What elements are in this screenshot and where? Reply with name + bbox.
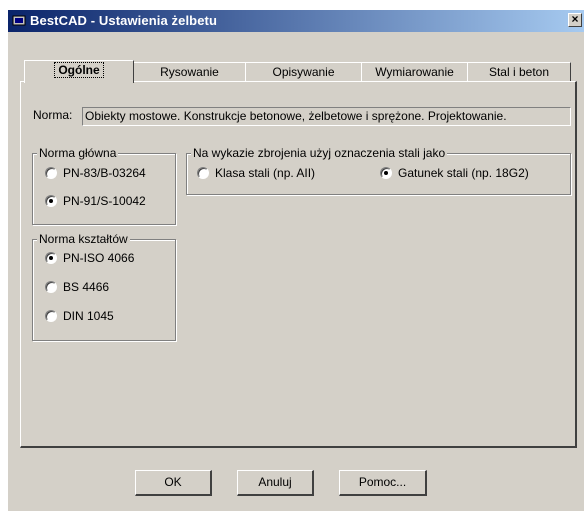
radio-label: Gatunek stali (np. 18G2) — [398, 166, 529, 180]
app-icon — [12, 15, 26, 26]
tab-opisywanie[interactable]: Opisywanie — [245, 62, 362, 82]
tab-label: Stal i beton — [488, 65, 550, 79]
radio-pn-91[interactable]: PN-91/S-10042 — [45, 194, 146, 208]
tab-stal-i-beton[interactable]: Stal i beton — [467, 62, 571, 82]
radio-circle-icon — [197, 167, 209, 179]
radio-label: PN-91/S-10042 — [63, 194, 146, 208]
radio-label: PN-83/B-03264 — [63, 166, 146, 180]
help-button[interactable]: Pomoc... — [339, 470, 427, 496]
radio-pn-83[interactable]: PN-83/B-03264 — [45, 166, 146, 180]
title-bar[interactable]: BestCAD - Ustawienia żelbetu × — [8, 10, 584, 32]
radio-bs-4466[interactable]: BS 4466 — [45, 280, 109, 294]
norma-field: Obiekty mostowe. Konstrukcje betonowe, ż… — [82, 107, 571, 126]
tab-wymiarowanie[interactable]: Wymiarowanie — [361, 62, 468, 82]
radio-circle-icon — [45, 281, 57, 293]
window-title: BestCAD - Ustawienia żelbetu — [30, 13, 218, 28]
tab-rysowanie[interactable]: Rysowanie — [133, 62, 246, 82]
tab-label: Wymiarowanie — [375, 65, 454, 79]
radio-klasa-stali[interactable]: Klasa stali (np. AII) — [197, 166, 315, 180]
tab-ogolne[interactable]: Ogólne — [24, 60, 134, 83]
radio-pn-iso-4066[interactable]: PN-ISO 4066 — [45, 251, 134, 265]
radio-checked-icon — [45, 252, 57, 264]
norma-glowna-group: Norma główna — [32, 146, 176, 225]
radio-checked-icon — [380, 167, 392, 179]
radio-checked-icon — [45, 195, 57, 207]
radio-din-1045[interactable]: DIN 1045 — [45, 309, 114, 323]
radio-label: BS 4466 — [63, 280, 110, 294]
radio-label: PN-ISO 4066 — [63, 251, 135, 265]
radio-label: Klasa stali (np. AII) — [215, 166, 316, 180]
group-title: Norma główna — [37, 146, 119, 160]
close-button[interactable]: × — [568, 13, 582, 27]
radio-circle-icon — [45, 167, 57, 179]
group-title: Norma kształtów — [37, 232, 130, 246]
cancel-button[interactable]: Anuluj — [237, 470, 314, 496]
group-title: Na wykazie zbrojenia użyj oznaczenia sta… — [191, 146, 448, 160]
norma-label: Norma: — [33, 108, 73, 122]
tab-label: Ogólne — [54, 62, 104, 78]
ok-button[interactable]: OK — [135, 470, 212, 496]
radio-circle-icon — [45, 310, 57, 322]
radio-gatunek-stali[interactable]: Gatunek stali (np. 18G2) — [380, 166, 529, 180]
tab-label: Opisywanie — [272, 65, 335, 79]
tab-label: Rysowanie — [160, 65, 219, 79]
radio-label: DIN 1045 — [63, 309, 114, 323]
